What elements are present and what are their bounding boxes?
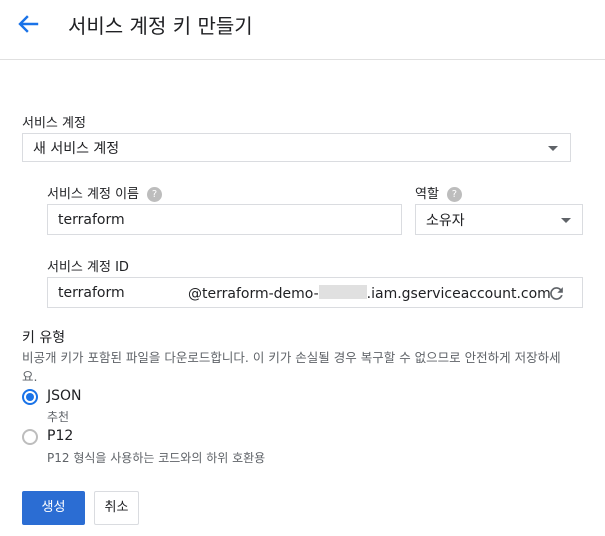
- role-select-value: 소유자: [426, 212, 465, 229]
- redacted-project-id: [318, 285, 367, 299]
- header: 서비스 계정 키 만들기: [0, 0, 605, 60]
- create-button[interactable]: 생성: [22, 491, 85, 525]
- key-type-description-cont: 요.: [22, 369, 38, 384]
- service-account-name-value: terraform: [58, 211, 125, 228]
- service-account-select-value: 새 서비스 계정: [33, 140, 120, 157]
- cancel-button[interactable]: 취소: [94, 491, 139, 525]
- service-account-id-domain-suffix: .iam.gserviceaccount.com: [366, 286, 551, 302]
- key-type-label: 키 유형: [22, 330, 66, 346]
- json-option-label[interactable]: JSON: [47, 388, 82, 404]
- arrow-left-icon: [18, 15, 39, 33]
- p12-option-label[interactable]: P12: [47, 428, 73, 444]
- service-account-name-input[interactable]: terraform: [47, 204, 402, 235]
- service-account-id-label: 서비스 계정 ID: [47, 260, 129, 275]
- service-account-id-input[interactable]: terraform @terraform-demo- .iam.gservicea…: [47, 277, 583, 308]
- service-account-id-value: terraform: [58, 284, 125, 301]
- service-account-name-label-text: 서비스 계정 이름: [47, 187, 139, 202]
- page-title: 서비스 계정 키 만들기: [68, 14, 253, 38]
- chevron-down-icon: [548, 146, 558, 151]
- refresh-icon[interactable]: [547, 284, 566, 303]
- help-icon[interactable]: ?: [446, 187, 462, 202]
- role-select[interactable]: 소유자: [415, 204, 583, 235]
- service-account-select[interactable]: 새 서비스 계정: [22, 133, 571, 162]
- service-account-id-domain-prefix: @terraform-demo-: [188, 286, 319, 302]
- role-label: 역할?: [415, 183, 462, 202]
- p12-radio[interactable]: [22, 429, 38, 445]
- service-account-label: 서비스 계정: [22, 116, 86, 131]
- p12-option-sub: P12 형식을 사용하는 코드와의 하위 호환용: [47, 451, 266, 465]
- role-label-text: 역할: [415, 187, 439, 202]
- service-account-id-domain: @terraform-demo- .iam.gserviceaccount.com: [188, 285, 551, 302]
- help-icon[interactable]: ?: [147, 187, 162, 202]
- json-option-sub: 추천: [47, 410, 70, 424]
- chevron-down-icon: [561, 218, 571, 223]
- key-type-description: 비공개 키가 포함된 파일을 다운로드합니다. 이 키가 손실될 경우 복구할 …: [22, 350, 561, 365]
- service-account-name-label: 서비스 계정 이름?: [47, 183, 162, 202]
- back-button[interactable]: [14, 10, 42, 38]
- json-radio[interactable]: [22, 389, 38, 405]
